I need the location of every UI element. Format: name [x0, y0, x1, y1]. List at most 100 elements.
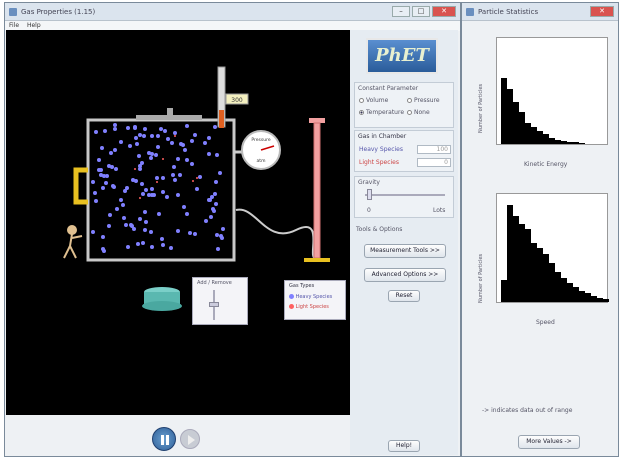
gas-particle [101, 186, 105, 190]
step-button[interactable] [180, 429, 200, 449]
gas-particle [156, 134, 160, 138]
gas-particle [179, 142, 183, 146]
radio-temperature-icon[interactable] [359, 110, 364, 115]
gas-particle [214, 180, 218, 184]
gas-particle [94, 130, 98, 134]
stats-close-button[interactable]: ✕ [590, 6, 614, 17]
reset-button[interactable]: Reset [388, 290, 420, 302]
gas-particle [143, 127, 147, 131]
minimize-button[interactable]: – [392, 6, 410, 17]
gas-particle [173, 131, 177, 135]
radio-temperature[interactable]: Temperature [359, 109, 404, 116]
gas-particle [132, 227, 136, 231]
measurement-tools-button[interactable]: Measurement Tools >> [364, 244, 446, 258]
gas-particle [176, 157, 180, 161]
radio-pressure[interactable]: Pressure [407, 97, 440, 104]
gas-in-chamber-box: Gas in Chamber Heavy Species 100 Light S… [354, 130, 454, 172]
bicycle-pump [313, 122, 321, 259]
pause-icon [161, 435, 169, 445]
gas-particle [143, 228, 147, 232]
gas-particle [156, 181, 158, 183]
gas-particle [126, 126, 130, 130]
gravity-slider-thumb[interactable] [367, 189, 372, 200]
heavy-species-input[interactable]: 100 [417, 145, 451, 154]
heat-control [142, 287, 182, 311]
gas-particle [150, 134, 154, 138]
gas-particle [143, 210, 147, 214]
maximize-button[interactable]: □ [412, 6, 430, 17]
gas-particle [185, 158, 189, 162]
control-panel: PhET Constant Parameter Volume Pressure … [350, 30, 458, 455]
gas-particle [193, 232, 197, 236]
gas-particle [140, 182, 144, 186]
radio-volume-label: Volume [366, 97, 389, 104]
radio-none[interactable]: None [407, 109, 430, 116]
gas-particle [119, 198, 123, 202]
radio-pressure-icon[interactable] [407, 98, 412, 103]
help-button[interactable]: Help! [388, 440, 420, 452]
menu-file[interactable]: File [9, 22, 19, 29]
stats-titlebar: Particle Statistics ✕ [462, 3, 618, 21]
radio-none-label: None [414, 109, 430, 116]
radio-pressure-label: Pressure [414, 97, 440, 104]
radio-volume[interactable]: Volume [359, 97, 388, 104]
stats-app-icon [466, 8, 474, 16]
close-button[interactable]: ✕ [432, 6, 456, 17]
gas-particle [115, 207, 119, 211]
gas-particle [108, 213, 112, 217]
legend-heavy-label: Heavy Species [295, 294, 333, 300]
gas-particle [124, 223, 128, 227]
heavy-dot-icon [289, 294, 294, 299]
gravity-min-label: 0 [367, 207, 371, 214]
radio-none-icon[interactable] [407, 110, 412, 115]
heat-slider-thumb[interactable] [209, 302, 219, 307]
playback-bar [6, 415, 350, 455]
app-icon [9, 8, 17, 16]
gas-particle [135, 142, 139, 146]
gas-particle [190, 162, 194, 166]
gas-particle [203, 141, 207, 145]
gas-particle [182, 205, 186, 209]
gas-in-chamber-title: Gas in Chamber [358, 133, 407, 140]
gas-particle [113, 123, 117, 127]
gravity-slider-track[interactable] [365, 194, 445, 196]
light-species-input[interactable]: 0 [417, 158, 451, 167]
gas-particle [137, 154, 141, 158]
pause-button[interactable] [152, 427, 176, 451]
advanced-options-button[interactable]: Advanced Options >> [364, 268, 446, 282]
more-values-button[interactable]: More Values -> [518, 435, 580, 449]
gas-particle [103, 129, 107, 133]
simulation-canvas[interactable]: 300 Pressure atm Add / Remove Gas Types … [6, 30, 350, 415]
gas-particle [134, 168, 136, 170]
out-of-range-note: -> indicates data out of range [482, 407, 573, 414]
gas-particle [150, 193, 154, 197]
gas-particle [136, 242, 140, 246]
chamber-handle [73, 167, 88, 205]
gas-particle [99, 173, 103, 177]
gas-particle [147, 151, 151, 155]
gas-particle [101, 247, 105, 251]
gas-particle [171, 173, 175, 177]
gas-particle [178, 173, 182, 177]
gas-particle [128, 144, 132, 148]
gas-particle [144, 220, 148, 224]
gas-particle [105, 174, 109, 178]
gas-particle [188, 231, 192, 235]
heat-slider-box[interactable]: Add / Remove [192, 277, 248, 325]
gas-particle [196, 177, 198, 179]
gas-particle [126, 245, 130, 249]
gas-particle [91, 180, 95, 184]
gravity-max-label: Lots [433, 207, 446, 214]
window-title: Gas Properties (1.15) [21, 8, 96, 16]
legend-light-label: Light Species [295, 304, 329, 310]
gas-particle [133, 126, 137, 130]
radio-volume-icon[interactable] [359, 98, 364, 103]
gas-particle [139, 197, 141, 199]
menu-help[interactable]: Help [27, 22, 41, 29]
gas-particle [176, 193, 180, 197]
gas-particle [138, 217, 142, 221]
speed-ylabel: Number of Particles [478, 253, 484, 303]
gas-particle [122, 216, 126, 220]
gas-particle [101, 235, 105, 239]
gas-particle [141, 192, 145, 196]
